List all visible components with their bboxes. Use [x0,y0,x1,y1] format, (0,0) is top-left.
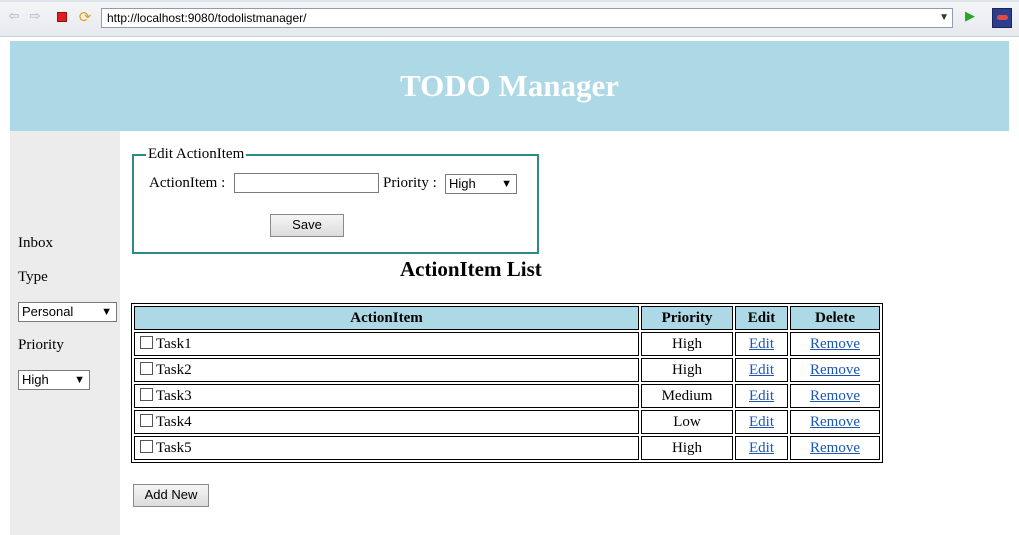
remove-link[interactable]: Remove [810,414,860,430]
task-checkbox[interactable] [140,387,153,401]
sidebar: Inbox Type Personal ▼ Priority High ▼ [10,131,120,535]
task-checkbox[interactable] [140,439,153,453]
task-priority: High [641,358,733,382]
priority-select[interactable]: High ▼ [18,370,90,390]
refresh-icon[interactable]: ⟳ [78,10,92,25]
edit-link[interactable]: Edit [749,336,774,352]
list-title: ActionItem List [400,257,542,281]
column-header-priority: Priority [641,306,733,330]
url-input[interactable]: http://localhost:9080/todolistmanager/ ▼ [101,8,953,28]
chevron-down-icon: ▼ [101,306,112,318]
task-checkbox[interactable] [140,335,153,349]
edit-priority-value: High [449,176,476,191]
table-row: Task1 High Edit Remove [134,332,880,356]
edit-priority-label: Priority : [383,175,437,191]
task-name: Task2 [156,361,192,378]
table-row: Task4 Low Edit Remove [134,410,880,434]
task-checkbox[interactable] [140,413,153,427]
task-name: Task4 [156,413,192,430]
add-new-button[interactable]: Add New [133,484,209,507]
type-label: Type [18,269,48,285]
save-button[interactable]: Save [270,214,344,237]
edit-link[interactable]: Edit [749,440,774,456]
toolbar-divider [0,0,1019,2]
browser-toolbar: ⇦ ⇨ ⟳ http://localhost:9080/todolistmana… [0,0,1019,37]
chevron-down-icon[interactable]: ▼ [939,9,949,27]
type-select-value: Personal [22,304,74,319]
column-header-actionitem: ActionItem [134,306,639,330]
task-checkbox[interactable] [140,361,153,375]
forward-icon[interactable]: ⇨ [28,10,42,24]
chevron-down-icon: ▼ [74,374,85,386]
edit-form-legend: Edit ActionItem [146,146,247,163]
page-header: TODO Manager [10,41,1009,131]
edit-form [132,154,539,254]
table-row: Task3 Medium Edit Remove [134,384,880,408]
url-text: http://localhost:9080/todolistmanager/ [107,11,307,25]
task-priority: High [641,332,733,356]
chevron-down-icon: ▼ [501,178,512,190]
column-header-edit: Edit [735,306,788,330]
sidebar-item-inbox[interactable]: Inbox [18,235,53,252]
table-row: Task5 High Edit Remove [134,436,880,460]
type-select[interactable]: Personal ▼ [18,302,117,322]
action-item-table: ActionItem Priority Edit Delete Task1 Hi… [131,303,883,463]
task-priority: High [641,436,733,460]
edit-link[interactable]: Edit [749,362,774,378]
task-priority: Medium [641,384,733,408]
task-name: Task5 [156,439,192,456]
remove-link[interactable]: Remove [810,388,860,404]
stop-icon[interactable] [55,10,69,24]
action-item-input[interactable] [234,173,379,193]
app-icon[interactable] [992,8,1012,28]
priority-select-value: High [22,372,49,387]
back-icon[interactable]: ⇦ [7,10,21,24]
task-priority: Low [641,410,733,434]
remove-link[interactable]: Remove [810,336,860,352]
priority-label: Priority [18,337,64,353]
action-item-label: ActionItem : [149,175,226,191]
remove-link[interactable]: Remove [810,440,860,456]
remove-link[interactable]: Remove [810,362,860,378]
edit-link[interactable]: Edit [749,414,774,430]
column-header-delete: Delete [790,306,880,330]
page-title: TODO Manager [400,68,619,103]
table-row: Task2 High Edit Remove [134,358,880,382]
table-header-row: ActionItem Priority Edit Delete [134,306,880,330]
go-icon[interactable]: ▶ [963,10,977,24]
task-name: Task3 [156,387,192,404]
edit-link[interactable]: Edit [749,388,774,404]
task-name: Task1 [156,335,192,352]
edit-priority-select[interactable]: High ▼ [445,174,517,194]
